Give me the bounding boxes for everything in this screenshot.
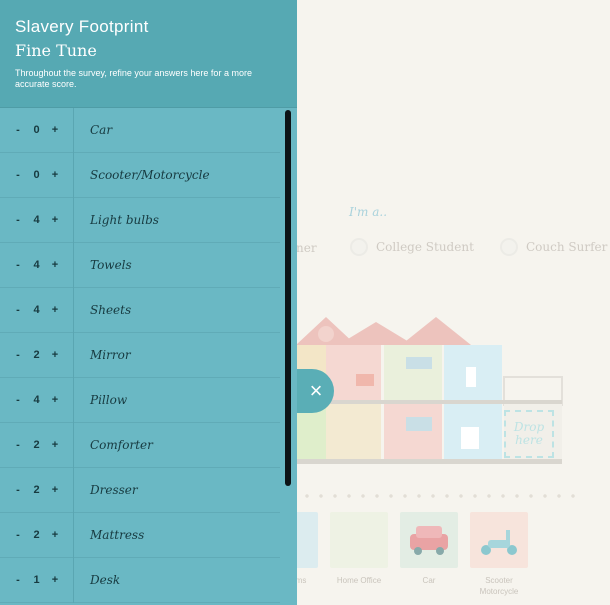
tile-home-office[interactable] <box>330 512 388 568</box>
quantity-stepper: -0 + <box>0 152 74 198</box>
item-label: Comforter <box>90 438 153 452</box>
survey-prompt: I'm a.. <box>349 205 388 219</box>
increment-button[interactable]: + <box>49 439 61 451</box>
quantity-stepper: -2 + <box>0 422 74 468</box>
quantity-value: 2 <box>33 484 40 496</box>
decrement-button[interactable]: - <box>12 349 24 361</box>
increment-button[interactable]: + <box>49 574 61 586</box>
panel-title: Fine Tune <box>15 41 97 60</box>
item-label: Light bulbs <box>90 213 159 227</box>
increment-button[interactable]: + <box>49 484 61 496</box>
progress-dots <box>300 494 580 498</box>
item-label: Sheets <box>90 303 132 317</box>
list-item: -1 + Desk <box>0 557 280 603</box>
item-label: Car <box>90 123 113 137</box>
panel-description: Throughout the survey, refine your answe… <box>15 68 252 89</box>
list-item: -4 + Pillow <box>0 377 280 423</box>
item-label: Mirror <box>90 348 131 362</box>
close-icon: × <box>309 378 323 403</box>
list-item: -0 + Scooter/Motorcycle <box>0 152 280 198</box>
tile-scooter-label: Scooter Motorcycle <box>479 576 519 596</box>
fine-tune-panel: Slavery Footprint Fine Tune Throughout t… <box>0 0 297 605</box>
increment-button[interactable]: + <box>49 124 61 136</box>
tile-car[interactable] <box>400 512 458 568</box>
item-label: Desk <box>90 573 121 587</box>
item-label: Scooter/Motorcycle <box>90 168 210 182</box>
decrement-button[interactable]: - <box>12 484 24 496</box>
item-list: -0 + Car -0 + Scooter/Motorcycle -4 + Light bu… <box>0 107 280 603</box>
radio-icon[interactable] <box>350 238 368 256</box>
quantity-value: 4 <box>33 304 40 316</box>
quantity-stepper: -2 + <box>0 332 74 378</box>
increment-button[interactable]: + <box>49 169 61 181</box>
quantity-stepper: -4 + <box>0 242 74 288</box>
option-couch-surfer-label: Couch Surfer <box>526 240 608 254</box>
option-college-student-label: College Student <box>376 240 474 254</box>
quantity-stepper: -2 + <box>0 467 74 513</box>
scrollbar-thumb[interactable] <box>285 110 291 486</box>
car-icon <box>410 526 448 555</box>
quantity-value: 1 <box>33 574 40 586</box>
scooter-icon <box>481 530 517 555</box>
quantity-value: 2 <box>33 439 40 451</box>
list-item: -0 + Car <box>0 107 280 153</box>
quantity-value: 2 <box>33 349 40 361</box>
quantity-value: 4 <box>33 259 40 271</box>
increment-button[interactable]: + <box>49 529 61 541</box>
tile-car-label: Car <box>422 576 436 585</box>
decrement-button[interactable]: - <box>12 394 24 406</box>
increment-button[interactable]: + <box>49 349 61 361</box>
item-label: Mattress <box>90 528 145 542</box>
quantity-value: 4 <box>33 394 40 406</box>
increment-button[interactable]: + <box>49 214 61 226</box>
list-item: -2 + Comforter <box>0 422 280 468</box>
item-label: Towels <box>90 258 132 272</box>
quantity-stepper: -4 + <box>0 377 74 423</box>
quantity-stepper: -1 + <box>0 557 74 603</box>
app-title: Slavery Footprint <box>15 17 149 36</box>
decrement-button[interactable]: - <box>12 214 24 226</box>
list-item: -4 + Towels <box>0 242 280 288</box>
quantity-stepper: -0 + <box>0 107 74 153</box>
decrement-button[interactable]: - <box>12 439 24 451</box>
quantity-value: 0 <box>33 124 40 136</box>
decrement-button[interactable]: - <box>12 169 24 181</box>
decrement-button[interactable]: - <box>12 259 24 271</box>
tile-home-office-label: Home Office <box>336 576 382 585</box>
quantity-stepper: -4 + <box>0 287 74 333</box>
decrement-button[interactable]: - <box>12 574 24 586</box>
list-item: -4 + Sheets <box>0 287 280 333</box>
option-partial-label: ner <box>296 241 317 255</box>
increment-button[interactable]: + <box>49 304 61 316</box>
list-item: -2 + Dresser <box>0 467 280 513</box>
quantity-stepper: -2 + <box>0 512 74 558</box>
decrement-button[interactable]: - <box>12 529 24 541</box>
item-label: Dresser <box>90 483 138 497</box>
list-item: -4 + Light bulbs <box>0 197 280 243</box>
quantity-value: 4 <box>33 214 40 226</box>
list-item: -2 + Mattress <box>0 512 280 558</box>
increment-button[interactable]: + <box>49 394 61 406</box>
increment-button[interactable]: + <box>49 259 61 271</box>
radio-icon[interactable] <box>500 238 518 256</box>
decrement-button[interactable]: - <box>12 124 24 136</box>
quantity-stepper: -4 + <box>0 197 74 243</box>
quantity-value: 0 <box>33 169 40 181</box>
decrement-button[interactable]: - <box>12 304 24 316</box>
option-couch-surfer[interactable]: Couch Surfer <box>500 237 607 257</box>
list-item: -2 + Mirror <box>0 332 280 378</box>
option-college-student[interactable]: College Student <box>350 237 474 257</box>
item-label: Pillow <box>90 393 128 407</box>
panel-header: Slavery Footprint Fine Tune Throughout t… <box>0 0 297 108</box>
tile-scooter[interactable] <box>470 512 528 568</box>
drop-zone[interactable]: Drop here <box>504 410 554 458</box>
quantity-value: 2 <box>33 529 40 541</box>
